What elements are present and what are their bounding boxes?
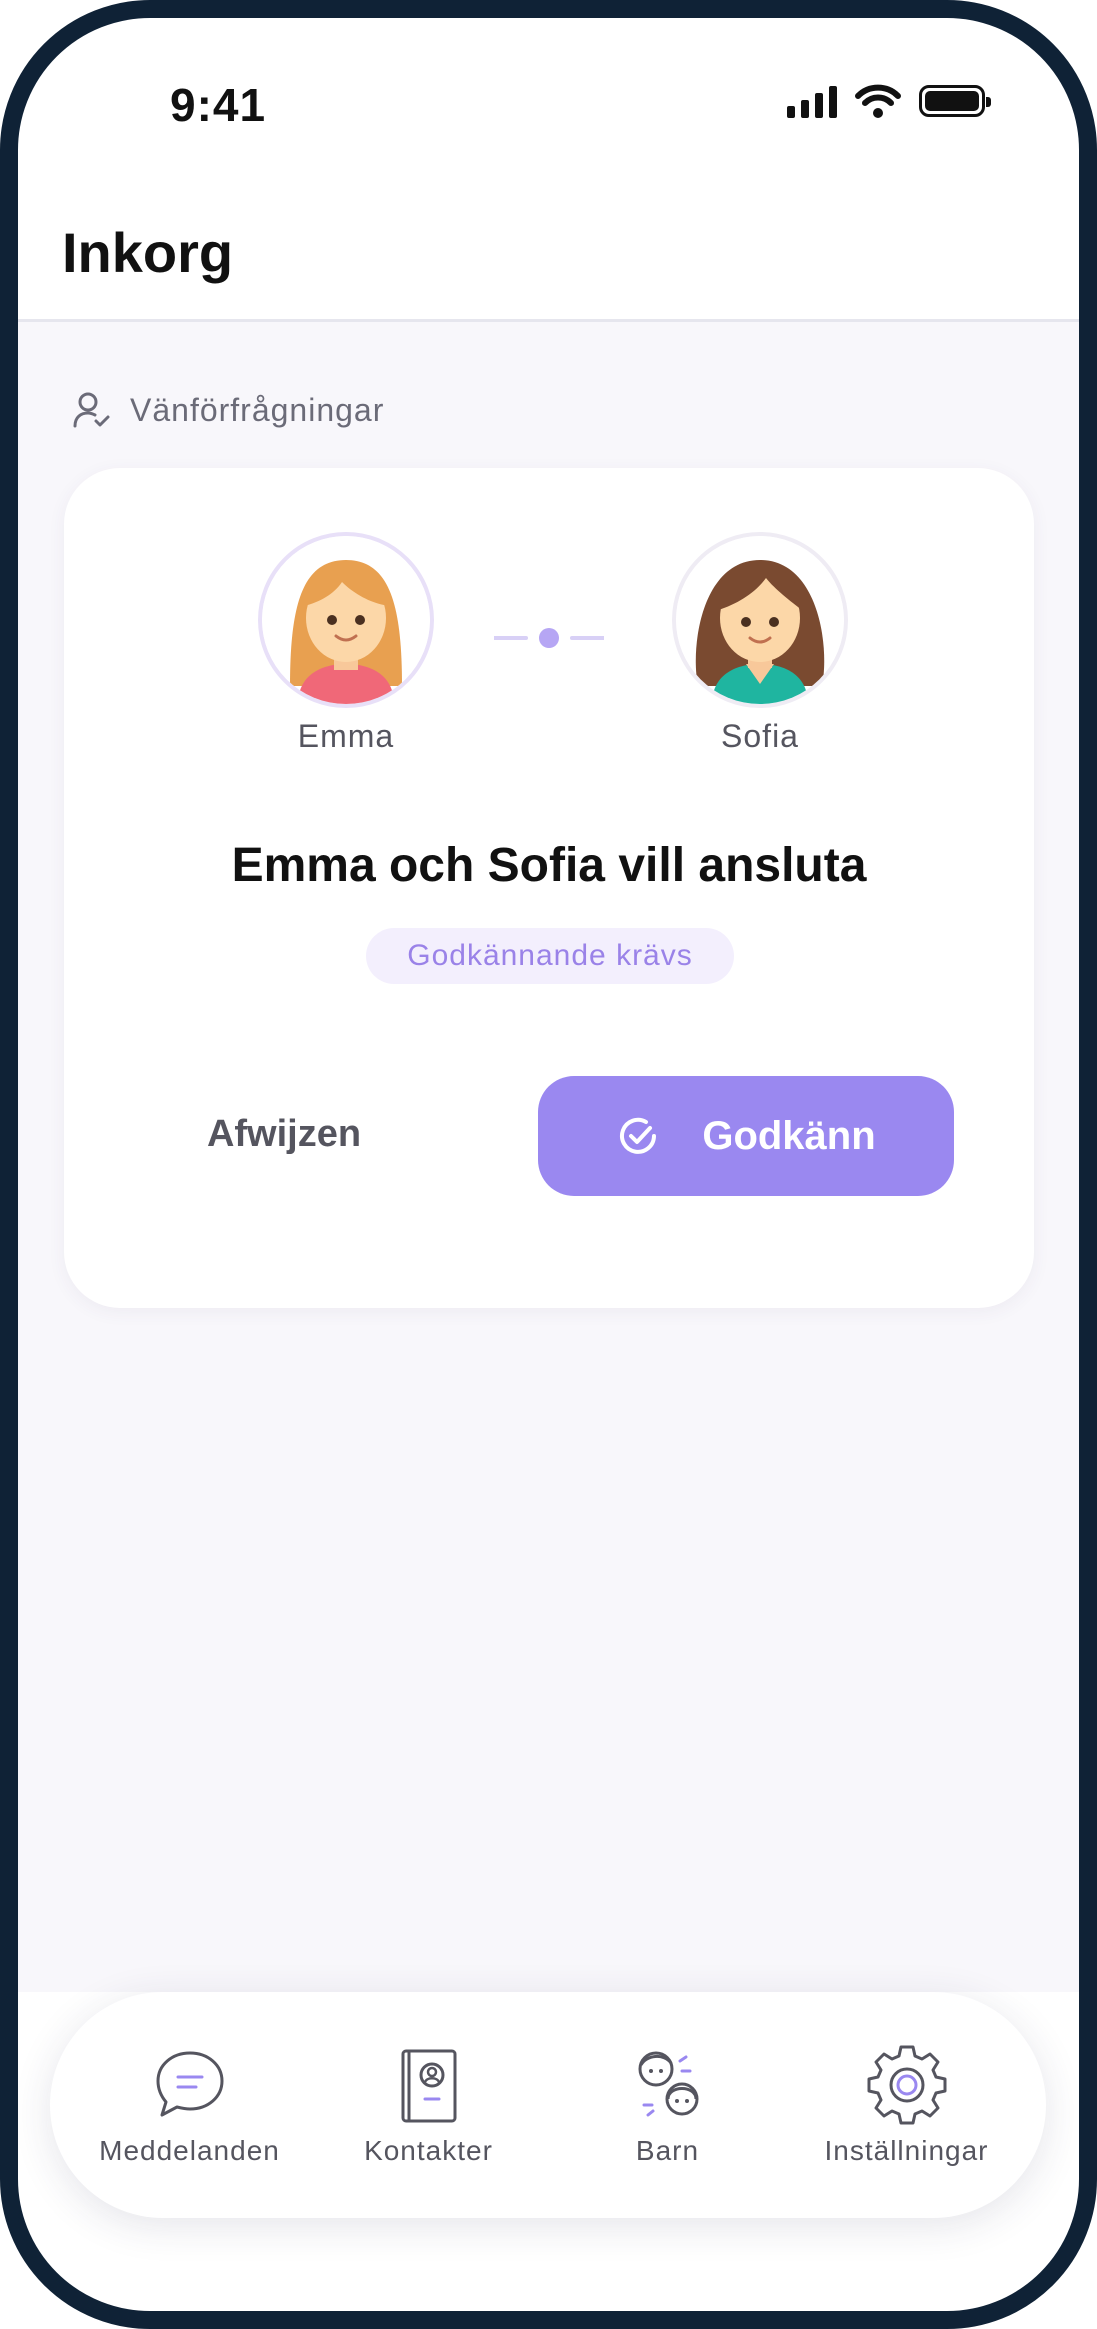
check-circle-icon [620, 1117, 657, 1154]
tab-children-label: Barn [635, 2135, 700, 2166]
request-title: Emma och Sofia vill ansluta [231, 839, 867, 892]
user-check-icon [73, 392, 110, 428]
tab-children[interactable]: Barn [553, 2043, 783, 2167]
section-label: Vänförfrågningar [130, 391, 385, 428]
section-header: Vänförfrågningar [72, 390, 384, 430]
avatar-sofia [672, 532, 848, 708]
gear-icon [867, 2045, 946, 2125]
battery-icon [919, 85, 991, 117]
page-header: Inkorg [0, 180, 1097, 322]
friend-request-card: Emma Sofia Emma och Sofia vill ansluta G… [64, 468, 1034, 1308]
person-a-name: Emma [297, 718, 395, 754]
avatar-emma [258, 532, 434, 708]
cellular-signal-icon [787, 84, 837, 118]
tabbar-area: Meddelanden Kontakter Barn Inställningar [0, 1992, 1097, 2329]
contacts-book-icon [401, 2049, 456, 2123]
tab-settings-label: Inställningar [824, 2135, 989, 2166]
approval-required-badge: Godkännande krävs [366, 928, 734, 984]
inbox-content: Vänförfrågningar Emma Sofia Emma och Sof… [0, 322, 1097, 1992]
tab-settings[interactable]: Inställningar [792, 2043, 1022, 2167]
approve-label: Godkänn [702, 1113, 876, 1158]
status-bar: 9:41 [0, 0, 1097, 180]
phone-screen: 9:41 Inkorg Vänförfrågningar Emma Sofia … [0, 0, 1097, 2329]
reject-button[interactable]: Afwijzen [174, 1074, 394, 1194]
tab-bar: Meddelanden Kontakter Barn Inställningar [50, 1992, 1046, 2218]
wifi-icon [855, 84, 901, 118]
connection-dots-icon [494, 628, 604, 648]
children-icon [638, 2051, 698, 2117]
approve-button[interactable]: Godkänn [538, 1076, 954, 1196]
status-icons [787, 84, 991, 118]
person-b-name: Sofia [721, 718, 799, 754]
status-time: 9:41 [170, 79, 267, 131]
page-title: Inkorg [62, 221, 234, 284]
tab-messages-label: Meddelanden [99, 2135, 280, 2166]
person-a: Emma [256, 532, 436, 755]
tab-messages[interactable]: Meddelanden [75, 2043, 305, 2167]
person-b: Sofia [670, 532, 850, 755]
chat-icon [156, 2051, 223, 2117]
tab-contacts[interactable]: Kontakter [314, 2043, 544, 2167]
tab-contacts-label: Kontakter [364, 2135, 493, 2166]
